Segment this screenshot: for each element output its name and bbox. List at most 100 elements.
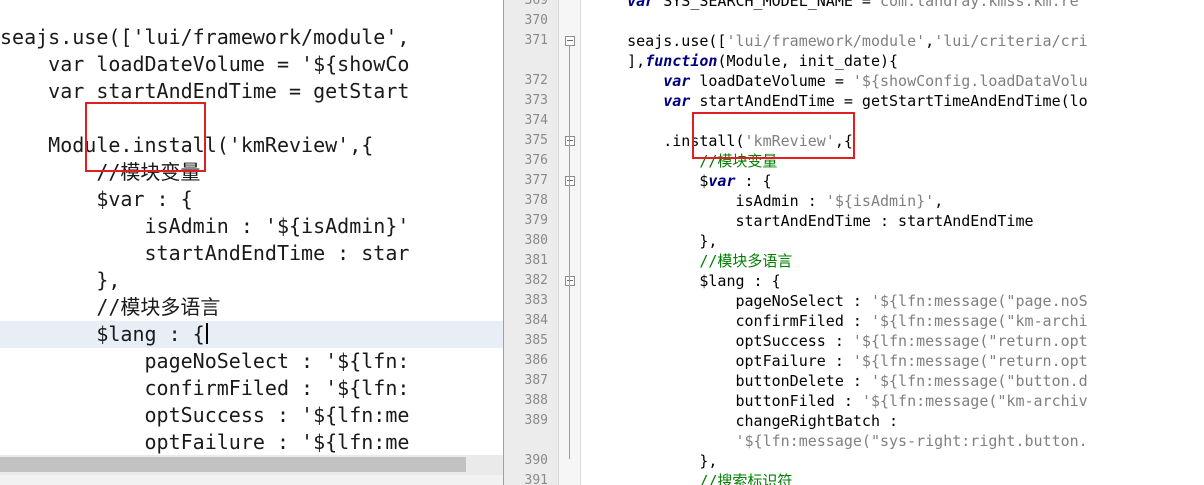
right-editor-pane[interactable]: 369 370 371 372 373 374 375 376 377 378 379 380 381 3… bbox=[503, 0, 1204, 485]
line-number: 385 bbox=[524, 333, 548, 348]
fold-collapse-icon[interactable] bbox=[565, 36, 575, 46]
keyword-token: var bbox=[663, 72, 691, 90]
code-line-text: Module.install('kmReview',{ bbox=[0, 133, 374, 157]
code-line[interactable]: '${lfn:message("sys-right:right.button. bbox=[591, 431, 1088, 451]
fold-margin[interactable] bbox=[559, 0, 581, 485]
code-line[interactable]: startAndEndTime : startAndEndTime bbox=[591, 211, 1033, 231]
code-line[interactable]: optSuccess : '${lfn:me bbox=[0, 402, 503, 429]
code-token: isAdmin : bbox=[591, 192, 826, 210]
code-line[interactable]: var loadDateVolume = '${showCo bbox=[0, 51, 503, 78]
horizontal-scrollbar[interactable] bbox=[0, 455, 503, 475]
code-line-text: isAdmin : '${isAdmin}' bbox=[0, 214, 410, 238]
line-number bbox=[504, 51, 548, 71]
code-line[interactable]: //模块变量 bbox=[0, 159, 503, 186]
left-editor-pane[interactable]: seajs.use(['lui/framework/module', var l… bbox=[0, 0, 503, 485]
code-token: changeRightBatch : bbox=[591, 412, 899, 430]
string-token: '${lfn:message("km-archiv bbox=[861, 392, 1088, 410]
code-token: }, bbox=[591, 232, 718, 250]
code-line[interactable]: //搜索标识符 bbox=[591, 471, 792, 485]
line-number: 388 bbox=[524, 393, 548, 408]
code-line-text: confirmFiled : '${lfn: bbox=[0, 376, 410, 400]
code-line[interactable]: isAdmin : '${isAdmin}' bbox=[0, 213, 503, 240]
line-number: 377 bbox=[524, 173, 548, 188]
code-token: , bbox=[925, 32, 935, 50]
code-line[interactable]: //模块变量 bbox=[591, 151, 777, 171]
code-line[interactable]: pageNoSelect : '${lfn:message("page.noS bbox=[591, 291, 1087, 311]
string-token: 'lui/framework/module' bbox=[726, 32, 926, 50]
code-line[interactable]: buttonFiled : '${lfn:message("km-archiv bbox=[591, 391, 1088, 411]
code-token: .install( bbox=[591, 132, 745, 150]
keyword-token: function bbox=[645, 52, 718, 70]
code-token: buttonFiled : bbox=[591, 392, 862, 410]
code-line[interactable]: isAdmin : '${isAdmin}', bbox=[591, 191, 943, 211]
code-line[interactable]: Module.install('kmReview',{ bbox=[0, 132, 503, 159]
code-line[interactable]: startAndEndTime : star bbox=[0, 240, 503, 267]
code-line-text: var loadDateVolume = '${showCo bbox=[0, 52, 410, 76]
line-number: 370 bbox=[524, 13, 548, 28]
code-token: startAndEndTime = getStartTimeAndEndTime… bbox=[690, 92, 1088, 110]
code-token: $ bbox=[591, 172, 709, 190]
code-line[interactable]: var loadDateVolume = '${showConfig.loadD… bbox=[591, 71, 1087, 91]
code-token: loadDateVolume = bbox=[690, 72, 853, 90]
code-token: (Module, init_date){ bbox=[717, 52, 899, 70]
line-number: 380 bbox=[524, 233, 548, 248]
code-line[interactable]: }, bbox=[591, 231, 717, 251]
line-number: 371 bbox=[524, 33, 548, 48]
line-number: 378 bbox=[524, 193, 548, 208]
fold-collapse-icon[interactable] bbox=[565, 276, 575, 286]
code-line[interactable]: var startAndEndTime = getStartTimeAndEnd… bbox=[591, 91, 1088, 111]
code-line-text: optSuccess : '${lfn:me bbox=[0, 403, 410, 427]
line-number: 376 bbox=[524, 153, 548, 168]
line-number: 384 bbox=[524, 313, 548, 328]
code-line[interactable]: changeRightBatch : bbox=[591, 411, 898, 431]
code-line[interactable]: confirmFiled : '${lfn:message("km-archi bbox=[591, 311, 1088, 331]
line-number: 390 bbox=[524, 453, 548, 468]
text-caret bbox=[205, 323, 208, 344]
code-token: SYS_SEARCH_MODEL_NAME = bbox=[654, 0, 871, 10]
string-token: 'kmReview' bbox=[744, 132, 835, 150]
fold-collapse-icon[interactable] bbox=[565, 176, 575, 186]
code-line[interactable]: seajs.use(['lui/framework/module','lui/c… bbox=[591, 31, 1088, 51]
code-token: }, bbox=[591, 452, 718, 470]
code-line[interactable]: seajs.use(['lui/framework/module', bbox=[0, 24, 503, 51]
code-line[interactable]: confirmFiled : '${lfn: bbox=[0, 375, 503, 402]
code-line[interactable]: buttonDelete : '${lfn:message("button.d bbox=[591, 371, 1087, 391]
code-line[interactable]: optFailure : '${lfn:message("return.opt bbox=[591, 351, 1087, 371]
code-line[interactable]: var SYS_SEARCH_MODEL_NAME ="com.landray.… bbox=[591, 0, 1079, 11]
code-token: , bbox=[934, 192, 944, 210]
code-line-text: startAndEndTime : star bbox=[0, 241, 410, 265]
string-token: '${lfn:message("return.opt bbox=[852, 332, 1088, 350]
code-line[interactable]: pageNoSelect : '${lfn: bbox=[0, 348, 503, 375]
line-number: 387 bbox=[524, 373, 548, 388]
code-line[interactable]: $var : { bbox=[591, 171, 772, 191]
code-token: seajs.use([ bbox=[591, 32, 727, 50]
code-line[interactable]: }, bbox=[0, 267, 503, 294]
scrollbar-thumb[interactable] bbox=[0, 457, 466, 472]
status-strip bbox=[0, 475, 503, 485]
code-token: : { bbox=[735, 172, 772, 190]
code-line[interactable]: optSuccess : '${lfn:message("return.opt bbox=[591, 331, 1088, 351]
code-line-text: var startAndEndTime = getStart bbox=[0, 79, 410, 103]
code-line[interactable]: $lang : { bbox=[591, 271, 780, 291]
code-line[interactable]: //模块多语言 bbox=[591, 251, 792, 271]
code-line[interactable]: .install('kmReview',{ bbox=[591, 131, 853, 151]
line-number: 373 bbox=[524, 93, 548, 108]
code-line[interactable]: optFailure : '${lfn:me bbox=[0, 429, 503, 456]
code-line-text: $var : { bbox=[0, 187, 193, 211]
code-line[interactable]: //模块多语言 bbox=[0, 294, 503, 321]
current-code-line[interactable]: $lang : { bbox=[0, 321, 503, 348]
string-token: '${lfn:message("km-archi bbox=[870, 312, 1088, 330]
code-line[interactable]: $var : { bbox=[0, 186, 503, 213]
keyword-token: var bbox=[627, 0, 655, 10]
fold-guide bbox=[569, 285, 570, 439]
comment-token: //模块多语言 bbox=[699, 252, 793, 270]
code-line[interactable]: var startAndEndTime = getStart bbox=[0, 78, 503, 105]
code-line[interactable]: }, bbox=[591, 451, 717, 471]
line-number: 382 bbox=[524, 273, 548, 288]
fold-collapse-icon[interactable] bbox=[565, 136, 575, 146]
code-line[interactable] bbox=[0, 105, 503, 132]
code-line[interactable]: ],function(Module, init_date){ bbox=[591, 51, 898, 71]
